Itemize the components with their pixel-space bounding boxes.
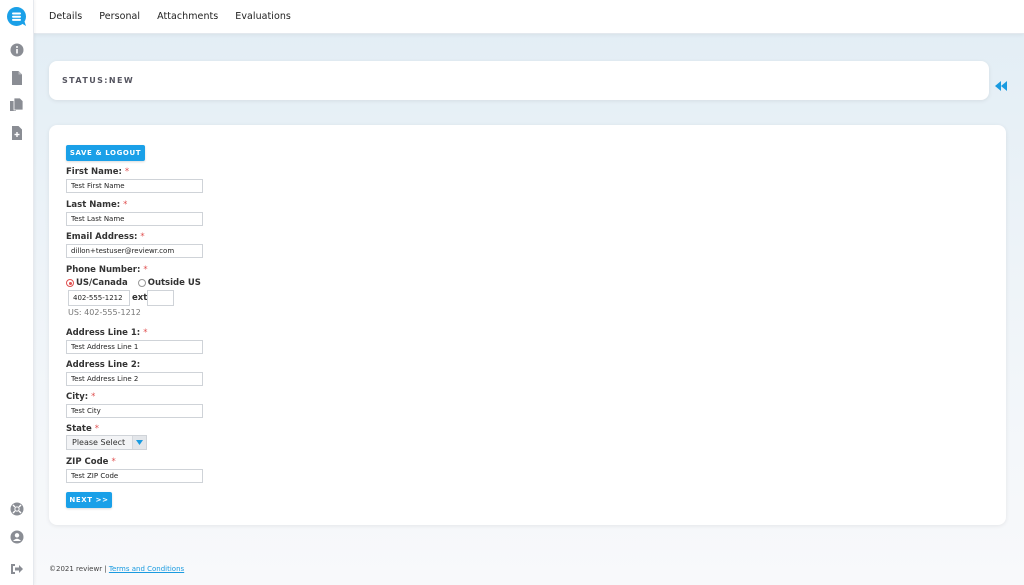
address1-label-text: Address Line 1: bbox=[66, 328, 141, 338]
tab-evaluations[interactable]: Evaluations bbox=[235, 11, 291, 22]
last-name-label: Last Name: * bbox=[66, 200, 127, 210]
address2-label: Address Line 2: bbox=[66, 360, 141, 370]
city-label-text: City: bbox=[66, 392, 89, 402]
required-mark: * bbox=[94, 424, 99, 434]
phone-label-text: Phone Number: bbox=[66, 265, 141, 275]
footer: ©2021 reviewr | Terms and Conditions bbox=[49, 565, 184, 573]
next-button[interactable]: NEXT >> bbox=[66, 492, 112, 508]
reviewr-logo-icon[interactable] bbox=[6, 6, 28, 28]
document-icon[interactable] bbox=[9, 70, 25, 86]
required-mark: * bbox=[123, 200, 128, 210]
address1-input[interactable] bbox=[66, 340, 203, 354]
add-document-icon[interactable] bbox=[9, 125, 25, 141]
zip-label: ZIP Code * bbox=[66, 457, 116, 467]
city-label: City: * bbox=[66, 392, 95, 402]
us-canada-label[interactable]: US/Canada bbox=[76, 278, 128, 288]
required-mark: * bbox=[143, 328, 148, 338]
first-name-label: First Name: * bbox=[66, 167, 129, 177]
top-nav: Details Personal Attachments Evaluations bbox=[34, 0, 1024, 34]
required-mark: * bbox=[111, 457, 116, 467]
email-label: Email Address: * bbox=[66, 232, 145, 242]
state-select-value: Please Select bbox=[72, 438, 126, 447]
status-text: STATUS:NEW bbox=[62, 76, 135, 85]
help-icon[interactable] bbox=[9, 501, 25, 517]
phone-type-radio-group: US/Canada Outside US bbox=[66, 278, 201, 288]
phone-formatted-hint: US: 402-555-1212 bbox=[68, 308, 141, 317]
zip-input[interactable] bbox=[66, 469, 203, 483]
phone-label: Phone Number: * bbox=[66, 265, 148, 275]
user-icon[interactable] bbox=[9, 529, 25, 545]
last-name-label-text: Last Name: bbox=[66, 200, 121, 210]
phone-ext-input[interactable] bbox=[147, 290, 174, 306]
terms-link[interactable]: Terms and Conditions bbox=[109, 565, 184, 573]
application-form: SAVE & LOGOUT First Name:* Last Name:* E… bbox=[49, 125, 1006, 525]
state-label-text: State bbox=[66, 424, 92, 434]
required-mark: * bbox=[124, 167, 130, 177]
sidebar bbox=[0, 0, 34, 585]
address1-label: Address Line 1: * bbox=[66, 328, 147, 338]
copyright-text: ©2021 reviewr | bbox=[49, 565, 109, 573]
collapse-panel-icon[interactable] bbox=[995, 76, 1007, 91]
address2-input[interactable] bbox=[66, 372, 203, 386]
ext-label: ext bbox=[132, 293, 148, 303]
required-mark: * bbox=[140, 232, 145, 242]
required-mark: * bbox=[91, 392, 96, 402]
state-label: State * bbox=[66, 424, 99, 434]
tab-details[interactable]: Details bbox=[49, 11, 82, 22]
chevron-down-icon[interactable] bbox=[132, 436, 146, 449]
main-content: STATUS:NEW SAVE & LOGOUT First Name:* La… bbox=[34, 34, 1024, 585]
us-canada-radio[interactable] bbox=[66, 279, 74, 287]
save-logout-button[interactable]: SAVE & LOGOUT bbox=[66, 145, 145, 161]
tab-personal[interactable]: Personal bbox=[99, 11, 140, 22]
zip-label-text: ZIP Code bbox=[66, 457, 109, 467]
status-card: STATUS:NEW bbox=[49, 61, 989, 100]
required-mark: * bbox=[143, 265, 148, 275]
outside-us-label[interactable]: Outside US bbox=[148, 278, 201, 288]
email-input[interactable] bbox=[66, 244, 203, 258]
outside-us-radio[interactable] bbox=[137, 279, 146, 287]
documents-icon[interactable] bbox=[9, 97, 25, 113]
tab-attachments[interactable]: Attachments bbox=[157, 11, 218, 22]
email-label-text: Email Address: bbox=[66, 232, 138, 242]
last-name-input[interactable] bbox=[66, 212, 203, 226]
info-icon[interactable] bbox=[9, 42, 25, 58]
city-input[interactable] bbox=[66, 404, 203, 418]
phone-input[interactable] bbox=[68, 290, 130, 306]
first-name-label-text: First Name: bbox=[66, 167, 122, 177]
state-select[interactable]: Please Select bbox=[66, 435, 147, 450]
first-name-input[interactable] bbox=[66, 179, 203, 193]
logout-icon[interactable] bbox=[9, 561, 25, 577]
